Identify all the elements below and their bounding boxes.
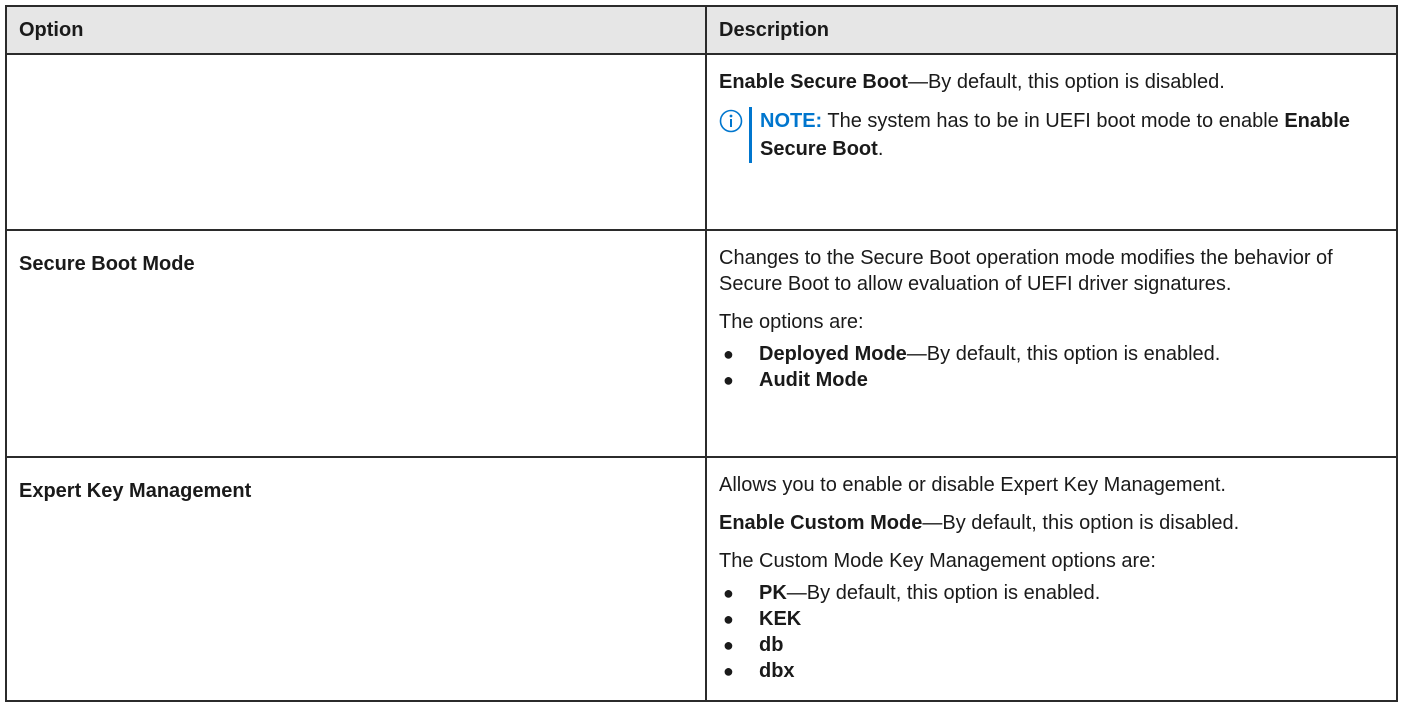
description-cell: Allows you to enable or disable Expert K… [705,456,1398,702]
list-item: ● Deployed Mode—By default, this option i… [719,341,1384,367]
table-row: Secure Boot Mode Changes to the Secure B… [5,229,1398,458]
option-default: —By default, this option is disabled. [907,71,1225,93]
item-name: KEK [759,608,802,630]
description-paragraph: The options are: [719,311,864,333]
options-list: ● PK—By default, this option is enabled. … [719,580,1384,684]
description-paragraph: Allows you to enable or disable Expert K… [719,474,1226,496]
item-name: Audit Mode [759,369,868,391]
note-box: NOTE: The system has to be in UEFI boot … [719,107,1384,163]
header-option: Option [5,5,707,55]
item-name: dbx [759,660,795,682]
note-label: NOTE: [760,110,823,132]
bullet-icon: ● [723,661,734,681]
header-description: Description [705,5,1398,55]
description-paragraph: Enable Custom Mode—By default, this opti… [719,510,1384,536]
description-cell: Changes to the Secure Boot operation mod… [705,229,1398,458]
note-accent-bar [749,107,752,163]
bullet-icon: ● [723,370,734,390]
item-name: db [759,634,784,656]
bullet-icon: ● [723,583,734,603]
option-name: Enable Custom Mode [719,512,923,534]
list-item: ● Audit Mode [719,367,1384,393]
info-circle-icon [719,107,747,163]
option-default: —By default, this option is disabled. [922,512,1240,534]
option-cell: Expert Key Management [5,456,707,702]
description-paragraph: Changes to the Secure Boot operation mod… [719,247,1333,295]
bullet-icon: ● [723,344,734,364]
item-detail: —By default, this option is enabled. [906,343,1221,365]
options-table: Option Description Enable Secure Boot—By… [5,5,1398,702]
note-text: NOTE: The system has to be in UEFI boot … [760,107,1384,163]
bullet-icon: ● [723,609,734,629]
list-item: ● PK—By default, this option is enabled. [719,580,1384,606]
option-cell [5,53,707,231]
option-cell: Secure Boot Mode [5,229,707,458]
item-detail: —By default, this option is enabled. [786,582,1101,604]
list-item: ● KEK [719,606,1384,632]
table-row: Expert Key Management Allows you to enab… [5,456,1398,702]
options-list: ● Deployed Mode—By default, this option i… [719,341,1384,393]
description-paragraph: The Custom Mode Key Management options a… [719,550,1156,572]
table-row: Enable Secure Boot—By default, this opti… [5,53,1398,231]
option-name: Enable Secure Boot [719,71,908,93]
description-paragraph: Enable Secure Boot—By default, this opti… [719,69,1384,95]
list-item: ● dbx [719,658,1384,684]
table-header-row: Option Description [5,5,1398,55]
item-name: Deployed Mode [759,343,907,365]
note-body: The system has to be in UEFI boot mode t… [822,110,1285,132]
list-item: ● db [719,632,1384,658]
item-name: PK [759,582,787,604]
note-end: . [877,138,884,160]
bullet-icon: ● [723,635,734,655]
description-cell: Enable Secure Boot—By default, this opti… [705,53,1398,231]
